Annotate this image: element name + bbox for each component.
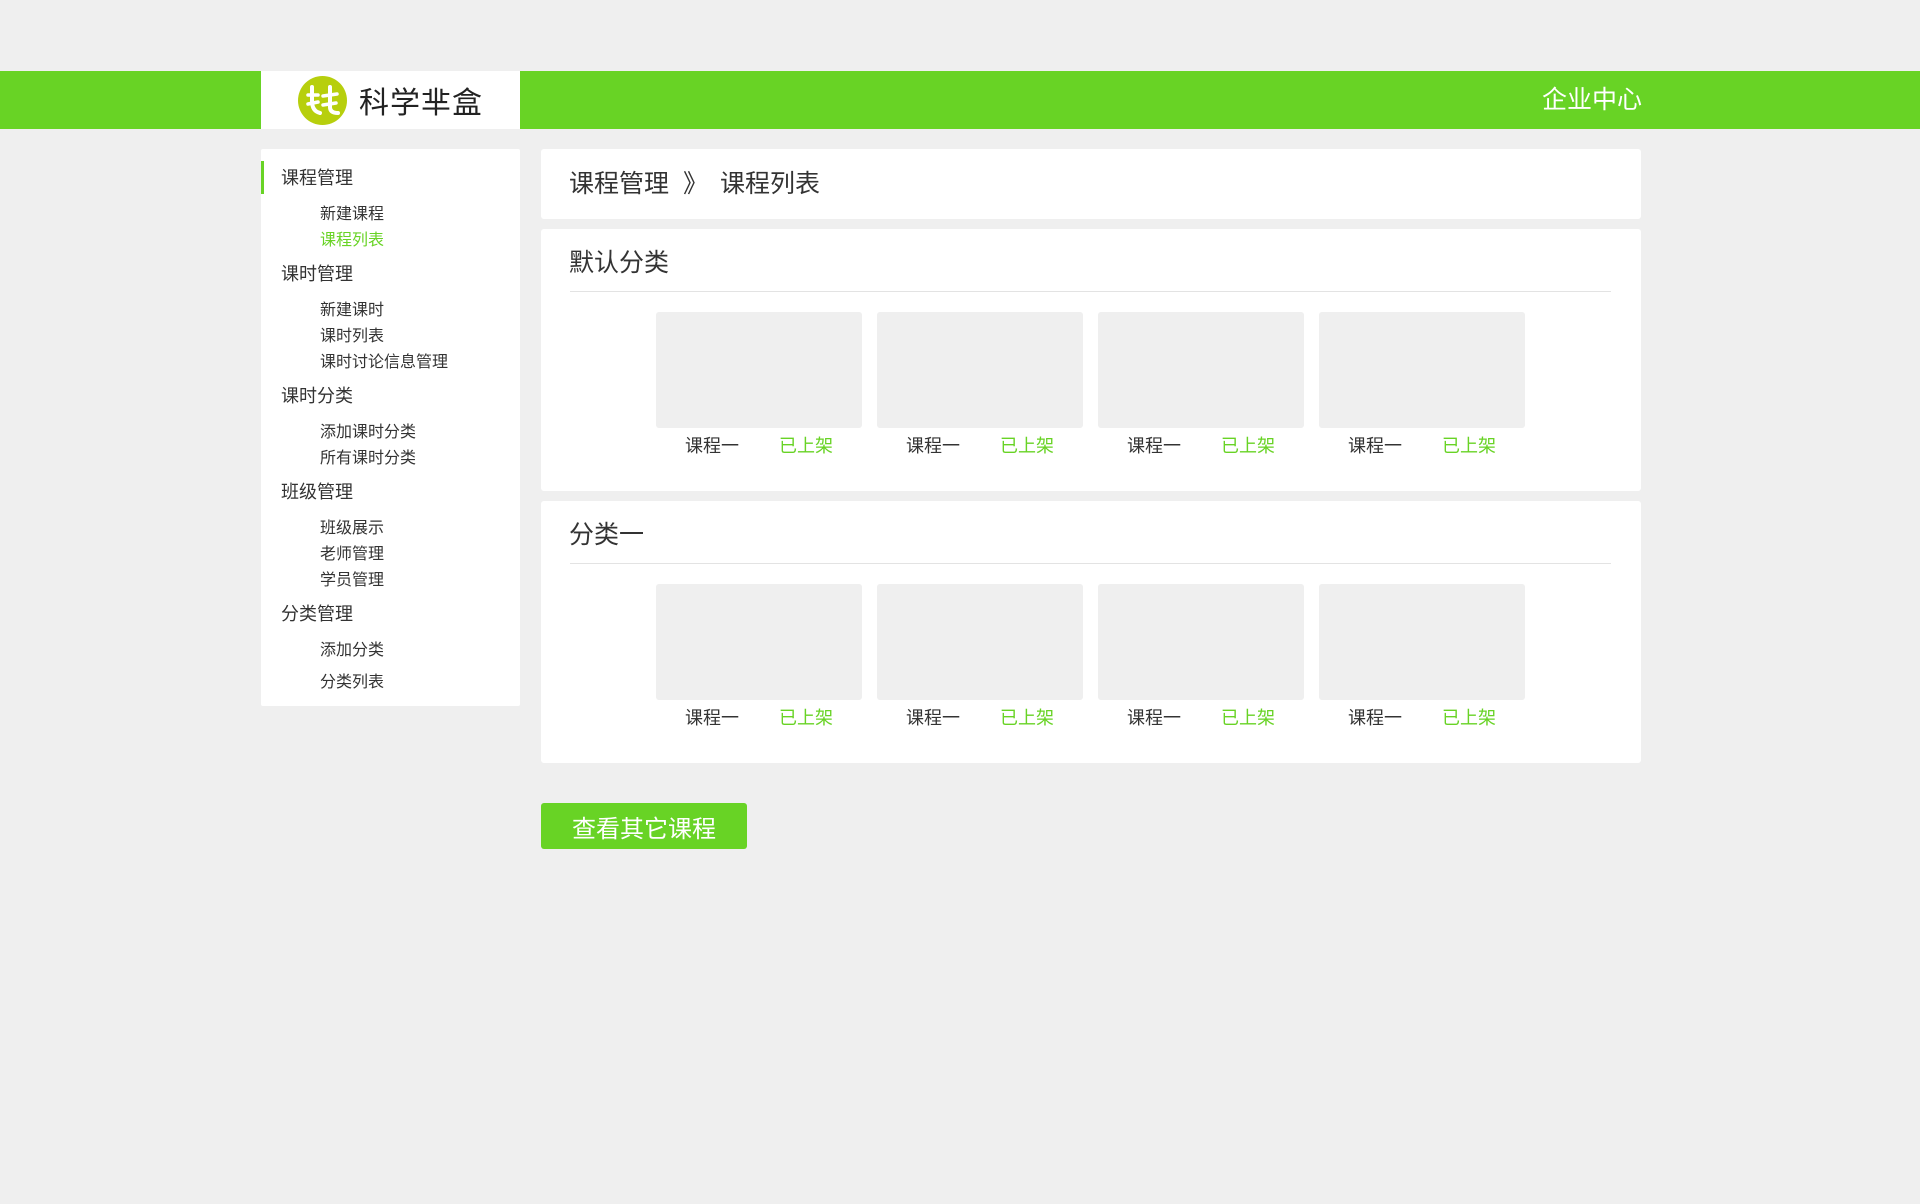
course-card: 课程一 已上架 bbox=[1319, 584, 1525, 732]
sidebar-item-lesson-discussion[interactable]: 课时讨论信息管理 bbox=[320, 348, 448, 372]
breadcrumb-separator: 》 bbox=[683, 169, 709, 198]
enterprise-center-link[interactable]: 企业中心 bbox=[1542, 71, 1642, 129]
course-status: 已上架 bbox=[1221, 436, 1275, 457]
sidebar-item-add-lesson-category[interactable]: 添加课时分类 bbox=[320, 418, 416, 442]
sidebar-item-teacher-management[interactable]: 老师管理 bbox=[320, 540, 384, 564]
breadcrumb-panel: 课程管理》课程列表 bbox=[541, 149, 1641, 219]
sidebar-item-class-display[interactable]: 班级展示 bbox=[320, 514, 384, 538]
breadcrumb-current-page: 课程列表 bbox=[720, 169, 821, 198]
sidebar: 课程管理 新建课程 课程列表 课时管理 新建课时 课时列表 课时讨论信息管理 课… bbox=[261, 149, 520, 706]
course-card: 课程一 已上架 bbox=[1319, 312, 1525, 460]
active-group-indicator bbox=[261, 161, 264, 194]
course-thumbnail[interactable] bbox=[656, 584, 862, 700]
course-card: 课程一 已上架 bbox=[877, 312, 1083, 460]
category-panel-one: 分类一 课程一 已上架 课程一 已上架 课程一 已上架 课程一 已上架 bbox=[541, 501, 1641, 763]
course-thumbnail[interactable] bbox=[1098, 584, 1304, 700]
sidebar-item-lesson-list[interactable]: 课时列表 bbox=[320, 322, 384, 346]
divider bbox=[570, 291, 1611, 292]
course-name[interactable]: 课程一 bbox=[906, 706, 960, 732]
sidebar-group-lesson-management[interactable]: 课时管理 bbox=[281, 260, 353, 286]
course-card: 课程一 已上架 bbox=[656, 312, 862, 460]
course-status: 已上架 bbox=[779, 436, 833, 457]
sidebar-item-new-course[interactable]: 新建课程 bbox=[320, 200, 384, 224]
course-thumbnail[interactable] bbox=[877, 584, 1083, 700]
course-name[interactable]: 课程一 bbox=[1348, 434, 1402, 460]
course-thumbnail[interactable] bbox=[656, 312, 862, 428]
course-card: 课程一 已上架 bbox=[656, 584, 862, 732]
breadcrumb: 课程管理》课程列表 bbox=[569, 149, 820, 219]
sidebar-group-course-management[interactable]: 课程管理 bbox=[281, 164, 353, 190]
course-card: 课程一 已上架 bbox=[1098, 312, 1304, 460]
course-thumbnail[interactable] bbox=[1098, 312, 1304, 428]
view-other-courses-button[interactable]: 查看其它课程 bbox=[541, 803, 747, 849]
category-title: 分类一 bbox=[569, 520, 645, 549]
course-name[interactable]: 课程一 bbox=[685, 434, 739, 460]
course-thumbnail[interactable] bbox=[1319, 584, 1525, 700]
sidebar-item-new-lesson[interactable]: 新建课时 bbox=[320, 296, 384, 320]
category-panel-default: 默认分类 课程一 已上架 课程一 已上架 课程一 已上架 课程一 已上架 bbox=[541, 229, 1641, 491]
course-name[interactable]: 课程一 bbox=[1127, 434, 1181, 460]
course-card: 课程一 已上架 bbox=[1098, 584, 1304, 732]
sidebar-group-lesson-category[interactable]: 课时分类 bbox=[281, 382, 353, 408]
sidebar-item-course-list[interactable]: 课程列表 bbox=[320, 226, 384, 250]
brand-name: 科学芈盒 bbox=[359, 86, 483, 121]
course-status: 已上架 bbox=[1000, 436, 1054, 457]
course-name[interactable]: 课程一 bbox=[685, 706, 739, 732]
course-status: 已上架 bbox=[1000, 708, 1054, 729]
course-status: 已上架 bbox=[1221, 708, 1275, 729]
course-status: 已上架 bbox=[1442, 708, 1496, 729]
sidebar-item-all-lesson-categories[interactable]: 所有课时分类 bbox=[320, 444, 416, 468]
sidebar-group-class-management[interactable]: 班级管理 bbox=[281, 478, 353, 504]
course-name[interactable]: 课程一 bbox=[1127, 706, 1181, 732]
logo[interactable]: 科学芈盒 bbox=[261, 71, 520, 129]
course-name[interactable]: 课程一 bbox=[906, 434, 960, 460]
breadcrumb-section[interactable]: 课程管理 bbox=[569, 169, 669, 198]
sidebar-item-category-list[interactable]: 分类列表 bbox=[320, 668, 384, 692]
course-status: 已上架 bbox=[1442, 436, 1496, 457]
course-status: 已上架 bbox=[779, 708, 833, 729]
category-title: 默认分类 bbox=[569, 248, 670, 277]
sidebar-item-student-management[interactable]: 学员管理 bbox=[320, 566, 384, 590]
divider bbox=[570, 563, 1611, 564]
course-name[interactable]: 课程一 bbox=[1348, 706, 1402, 732]
course-card: 课程一 已上架 bbox=[877, 584, 1083, 732]
sidebar-item-add-category[interactable]: 添加分类 bbox=[320, 636, 384, 660]
logo-icon bbox=[298, 75, 347, 125]
course-thumbnail[interactable] bbox=[877, 312, 1083, 428]
sidebar-group-category-management[interactable]: 分类管理 bbox=[281, 600, 353, 626]
course-thumbnail[interactable] bbox=[1319, 312, 1525, 428]
